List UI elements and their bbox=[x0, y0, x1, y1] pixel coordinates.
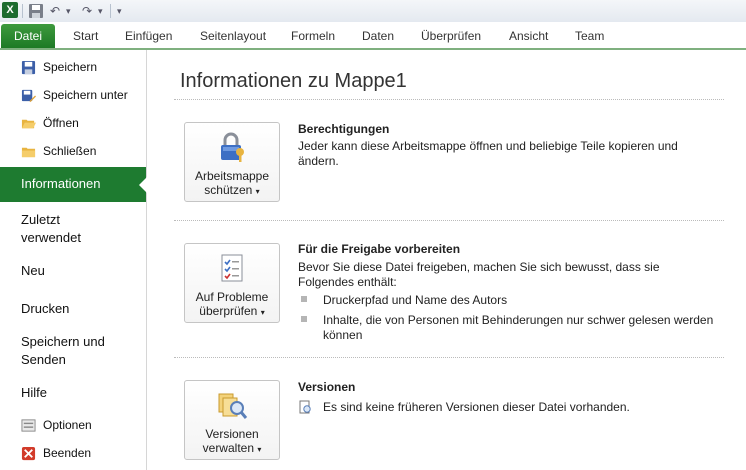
sidebar-item-label: Senden bbox=[21, 352, 66, 367]
divider bbox=[174, 99, 724, 100]
exit-icon bbox=[21, 446, 36, 461]
tab-data[interactable]: Daten bbox=[362, 27, 394, 45]
sidebar-item-label: verwendet bbox=[21, 230, 81, 245]
protect-workbook-button[interactable]: Arbeitsmappe schützen ▾ bbox=[184, 122, 280, 202]
button-label: Versionen bbox=[205, 427, 259, 441]
divider bbox=[174, 220, 724, 221]
button-label: Arbeitsmappe bbox=[194, 169, 270, 183]
tab-team[interactable]: Team bbox=[575, 27, 604, 45]
sidebar-item-save[interactable]: Speichern bbox=[0, 60, 146, 76]
sidebar-item-exit[interactable]: Beenden bbox=[0, 446, 146, 462]
tab-formulas[interactable]: Formeln bbox=[291, 27, 335, 45]
lock-key-icon bbox=[221, 132, 244, 162]
undo-dropdown-icon[interactable]: ▾ bbox=[66, 3, 71, 19]
manage-versions-button[interactable]: Versionen verwalten ▾ bbox=[184, 380, 280, 460]
list-item: Inhalte, die von Personen mit Behinderun… bbox=[323, 313, 714, 342]
tab-view[interactable]: Ansicht bbox=[509, 27, 548, 45]
sidebar-item-label: Optionen bbox=[43, 418, 92, 432]
close-folder-icon bbox=[21, 147, 36, 158]
button-label: verwalten ▾ bbox=[202, 441, 262, 455]
sidebar-item-label: Speichern und bbox=[21, 334, 105, 349]
check-issues-button[interactable]: Auf Probleme überprüfen ▾ bbox=[184, 243, 280, 323]
tab-file[interactable]: Datei bbox=[1, 24, 55, 48]
sidebar-item-label: Speichern unter bbox=[43, 88, 128, 102]
sidebar-item-close[interactable]: Schließen bbox=[0, 144, 146, 160]
open-folder-icon bbox=[21, 119, 36, 129]
options-icon bbox=[21, 419, 36, 432]
sidebar-item-help[interactable]: Hilfe bbox=[21, 384, 47, 401]
info-panel: Informationen zu Mappe1 Arbeitsmappe sch… bbox=[147, 50, 746, 470]
versions-text: Es sind keine früheren Versionen dieser … bbox=[323, 400, 630, 414]
sidebar-item-label: Speichern bbox=[43, 60, 98, 74]
button-label: Auf Probleme bbox=[195, 290, 269, 304]
permissions-heading: Berechtigungen bbox=[298, 122, 390, 136]
backstage-sidebar: Speichern Speichern unter Öffnen Schließ… bbox=[0, 50, 147, 470]
prepare-heading: Für die Freigabe vorbereiten bbox=[298, 242, 461, 256]
tab-insert[interactable]: Einfügen bbox=[125, 27, 172, 45]
tab-start[interactable]: Start bbox=[73, 27, 98, 45]
document-version-icon bbox=[299, 400, 311, 414]
sidebar-item-options[interactable]: Optionen bbox=[0, 418, 146, 434]
active-indicator bbox=[139, 177, 147, 193]
sidebar-item-open[interactable]: Öffnen bbox=[0, 116, 146, 132]
redo-dropdown-icon[interactable]: ▾ bbox=[98, 3, 103, 19]
toolbar-separator bbox=[22, 4, 23, 18]
button-label: überprüfen ▾ bbox=[199, 304, 265, 318]
excel-logo-icon: X bbox=[2, 2, 18, 18]
sidebar-item-new[interactable]: Neu bbox=[21, 262, 45, 279]
button-label: schützen ▾ bbox=[204, 183, 260, 197]
sidebar-item-label: Öffnen bbox=[43, 116, 79, 130]
list-item: Druckerpfad und Name des Autors bbox=[323, 293, 508, 307]
bullet-icon bbox=[301, 316, 307, 322]
toolbar-separator bbox=[110, 4, 111, 18]
sidebar-item-save-as[interactable]: Speichern unter bbox=[0, 88, 146, 104]
tab-page-layout[interactable]: Seitenlayout bbox=[200, 27, 266, 45]
save-icon bbox=[21, 60, 36, 75]
sidebar-item-label: Beenden bbox=[43, 446, 92, 460]
inspect-document-icon bbox=[221, 254, 243, 282]
bullet-icon bbox=[301, 296, 307, 302]
customize-toolbar-icon[interactable]: ▾ bbox=[117, 3, 122, 19]
redo-icon[interactable]: ↷ bbox=[82, 3, 92, 19]
tab-review[interactable]: Überprüfen bbox=[421, 27, 481, 45]
quick-access-toolbar: X ↶ ▾ ↷ ▾ ▾ bbox=[0, 0, 746, 22]
ribbon-tabs: Datei Start Einfügen Seitenlayout Formel… bbox=[0, 22, 746, 50]
sidebar-item-info[interactable]: Informationen bbox=[0, 167, 147, 202]
save-as-icon bbox=[21, 89, 36, 103]
versions-heading: Versionen bbox=[298, 380, 356, 394]
divider bbox=[174, 357, 724, 358]
permissions-text: Jeder kann diese Arbeitsmappe öffnen und… bbox=[298, 139, 678, 168]
sidebar-item-label: Schließen bbox=[43, 144, 97, 158]
page-title: Informationen zu Mappe1 bbox=[180, 70, 407, 92]
sidebar-item-label: Zuletzt bbox=[21, 212, 61, 227]
prepare-text: Bevor Sie diese Datei freigeben, machen … bbox=[298, 260, 660, 289]
save-icon[interactable] bbox=[28, 3, 44, 19]
sidebar-item-label: Informationen bbox=[21, 176, 101, 191]
undo-icon[interactable]: ↶ bbox=[50, 3, 60, 19]
versions-icon bbox=[218, 393, 248, 419]
sidebar-item-print[interactable]: Drucken bbox=[21, 300, 69, 317]
